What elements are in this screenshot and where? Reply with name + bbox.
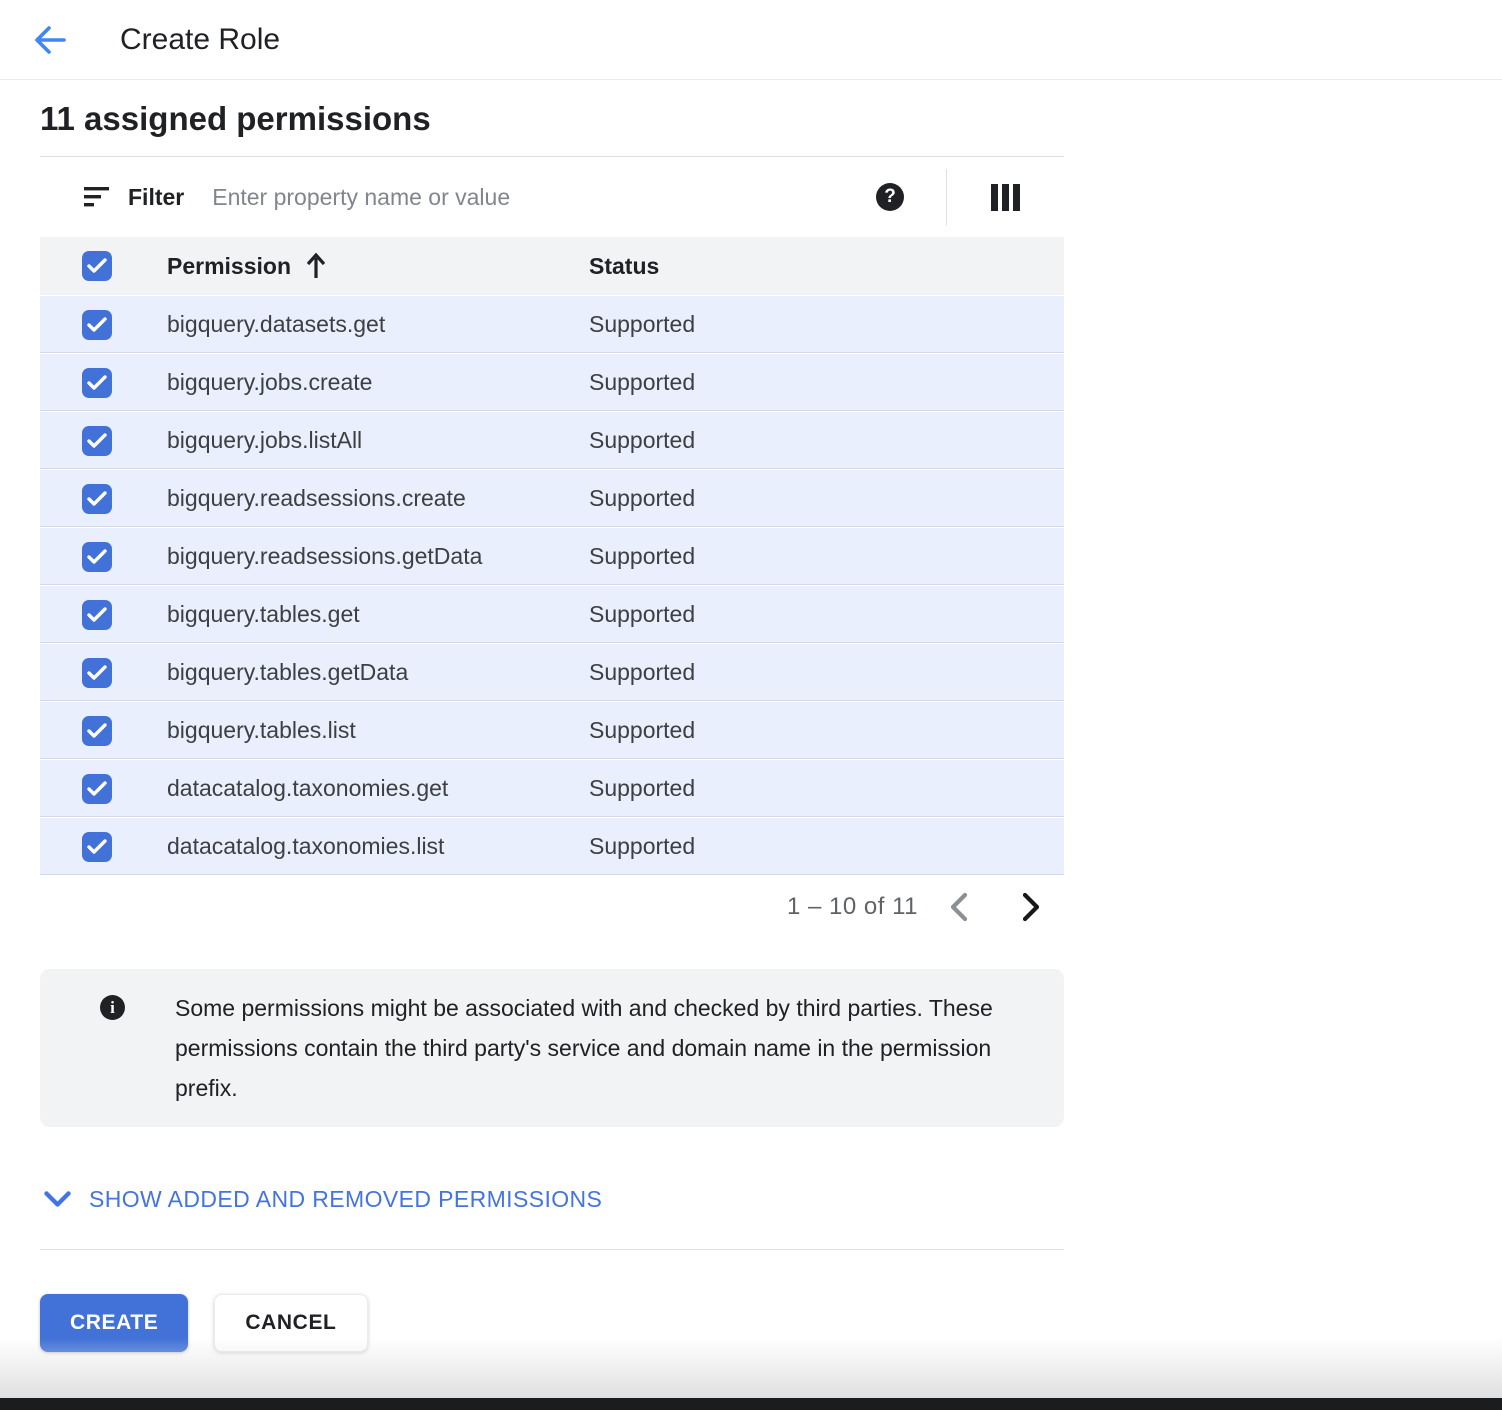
status-cell: Supported: [589, 311, 1064, 338]
permission-column-header[interactable]: Permission: [167, 252, 589, 280]
check-icon: [87, 549, 107, 565]
row-checkbox[interactable]: [82, 368, 112, 398]
row-checkbox[interactable]: [82, 832, 112, 862]
table-row[interactable]: datacatalog.taxonomies.get Supported: [40, 759, 1064, 817]
help-icon[interactable]: ?: [876, 183, 904, 211]
page-title: Create Role: [120, 23, 280, 57]
bottom-divider: [40, 1249, 1064, 1250]
table-row[interactable]: datacatalog.taxonomies.list Supported: [40, 817, 1064, 875]
table-row[interactable]: bigquery.jobs.create Supported: [40, 353, 1064, 411]
check-icon: [87, 839, 107, 855]
show-link-label: SHOW ADDED AND REMOVED PERMISSIONS: [89, 1186, 602, 1213]
table-row[interactable]: bigquery.jobs.listAll Supported: [40, 411, 1064, 469]
filter-icon: [84, 187, 110, 207]
permission-cell: datacatalog.taxonomies.list: [167, 833, 589, 860]
check-icon: [87, 491, 107, 507]
assigned-permissions-heading: 11 assigned permissions: [40, 80, 1064, 156]
check-icon: [87, 258, 107, 274]
pagination-range-label: 1 – 10 of 11: [787, 893, 918, 921]
back-button[interactable]: [26, 16, 74, 64]
main-content: 11 assigned permissions Filter ?: [40, 80, 1064, 1352]
select-all-checkbox[interactable]: [82, 251, 112, 281]
column-display-icon[interactable]: [991, 184, 1020, 211]
check-icon: [87, 781, 107, 797]
back-arrow-icon: [33, 25, 67, 55]
chevron-left-icon: [948, 892, 970, 922]
table-row[interactable]: bigquery.readsessions.getData Supported: [40, 527, 1064, 585]
table-body: bigquery.datasets.get Supported bigquery…: [40, 295, 1064, 875]
permission-cell: bigquery.readsessions.getData: [167, 543, 589, 570]
status-cell: Supported: [589, 427, 1064, 454]
show-added-removed-permissions-link[interactable]: SHOW ADDED AND REMOVED PERMISSIONS: [40, 1183, 1064, 1215]
pagination: 1 – 10 of 11: [40, 875, 1064, 939]
status-cell: Supported: [589, 485, 1064, 512]
permission-cell: bigquery.tables.list: [167, 717, 589, 744]
row-checkbox[interactable]: [82, 310, 112, 340]
row-checkbox[interactable]: [82, 600, 112, 630]
check-icon: [87, 375, 107, 391]
bottom-window-edge: [0, 1398, 1502, 1410]
permission-cell: bigquery.jobs.create: [167, 369, 589, 396]
permission-cell: bigquery.readsessions.create: [167, 485, 589, 512]
check-icon: [87, 665, 107, 681]
check-icon: [87, 433, 107, 449]
row-checkbox[interactable]: [82, 658, 112, 688]
status-cell: Supported: [589, 775, 1064, 802]
filter-toolbar: Filter ?: [40, 156, 1064, 237]
chevron-right-icon: [1020, 892, 1042, 922]
action-buttons: CREATE CANCEL: [40, 1294, 1064, 1352]
status-cell: Supported: [589, 543, 1064, 570]
create-button[interactable]: CREATE: [40, 1294, 188, 1352]
row-checkbox[interactable]: [82, 542, 112, 572]
status-cell: Supported: [589, 601, 1064, 628]
row-checkbox[interactable]: [82, 426, 112, 456]
filter-label: Filter: [128, 184, 184, 211]
permission-cell: bigquery.jobs.listAll: [167, 427, 589, 454]
previous-page-button[interactable]: [944, 892, 974, 922]
sort-ascending-icon: [305, 252, 327, 280]
cancel-button[interactable]: CANCEL: [214, 1294, 367, 1352]
status-cell: Supported: [589, 659, 1064, 686]
permission-cell: bigquery.tables.get: [167, 601, 589, 628]
permission-cell: bigquery.datasets.get: [167, 311, 589, 338]
status-cell: Supported: [589, 833, 1064, 860]
third-party-notice: i Some permissions might be associated w…: [40, 969, 1064, 1127]
filter-input[interactable]: [212, 184, 876, 211]
table-row[interactable]: bigquery.datasets.get Supported: [40, 295, 1064, 353]
table-row[interactable]: bigquery.tables.list Supported: [40, 701, 1064, 759]
info-icon: i: [100, 995, 125, 1020]
permissions-table: Permission Status bigquery.datasets.get …: [40, 237, 1064, 875]
table-row[interactable]: bigquery.tables.get Supported: [40, 585, 1064, 643]
table-row[interactable]: bigquery.readsessions.create Supported: [40, 469, 1064, 527]
notice-text: Some permissions might be associated wit…: [175, 988, 1024, 1108]
status-cell: Supported: [589, 717, 1064, 744]
row-checkbox[interactable]: [82, 484, 112, 514]
row-checkbox[interactable]: [82, 774, 112, 804]
next-page-button[interactable]: [1016, 892, 1046, 922]
toolbar-divider: [946, 169, 947, 225]
chevron-down-icon: [44, 1191, 71, 1208]
status-cell: Supported: [589, 369, 1064, 396]
row-checkbox[interactable]: [82, 716, 112, 746]
status-column-header[interactable]: Status: [589, 253, 1064, 280]
permission-cell: datacatalog.taxonomies.get: [167, 775, 589, 802]
table-header-row: Permission Status: [40, 237, 1064, 295]
check-icon: [87, 317, 107, 333]
check-icon: [87, 723, 107, 739]
check-icon: [87, 607, 107, 623]
permission-cell: bigquery.tables.getData: [167, 659, 589, 686]
top-app-bar: Create Role: [0, 0, 1502, 80]
table-row[interactable]: bigquery.tables.getData Supported: [40, 643, 1064, 701]
